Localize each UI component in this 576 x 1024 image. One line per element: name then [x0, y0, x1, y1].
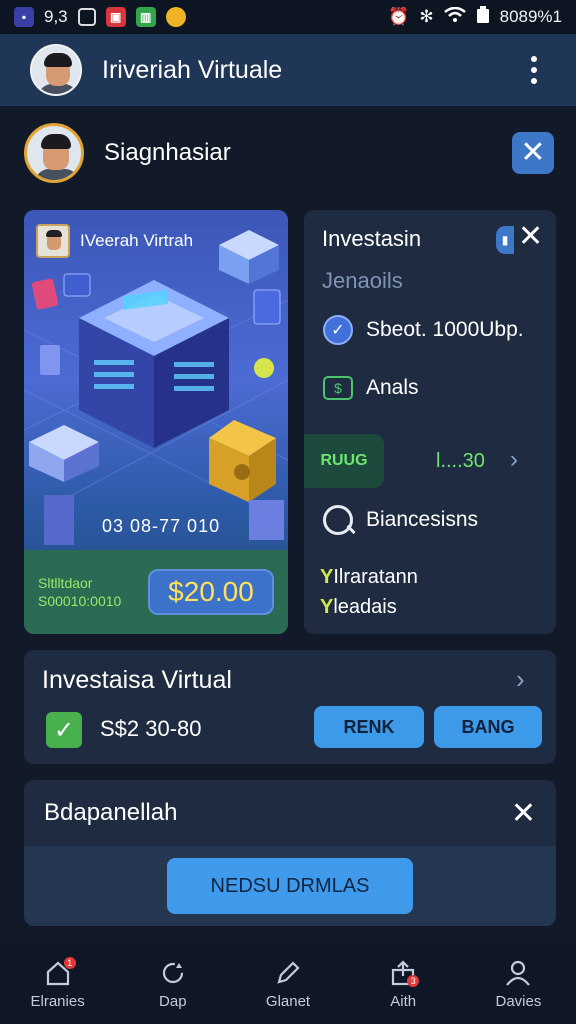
status-time: 9,3	[44, 7, 68, 26]
hero-footer: Sltlltdaor S00010:0010 $20.00	[24, 550, 288, 634]
investasi-amount: S$2 30-80	[100, 716, 202, 741]
wifi-icon	[443, 6, 466, 28]
signal-icon: ✻	[419, 7, 434, 26]
panel-row-analysis-label: Anals	[366, 376, 419, 399]
panel-close-icon[interactable]: ✕	[518, 222, 543, 252]
close-icon[interactable]: ✕	[511, 796, 536, 831]
notification-icon: ▪	[14, 7, 34, 27]
nav-label: Elranies	[30, 992, 85, 1010]
battery-icon	[476, 5, 490, 29]
close-icon: ✕	[520, 136, 546, 169]
nav-badge: 1	[63, 956, 76, 969]
edit-icon	[274, 959, 302, 987]
panel-row-amount[interactable]: ✓ Sbeot. 1000Ubp.	[322, 314, 524, 346]
nav-item-dap[interactable]: Dap	[115, 944, 230, 1024]
price-button[interactable]: $20.00	[148, 569, 274, 615]
investasi-card[interactable]: Investaisa Virtual › ✓ S$2 30-80 RENK BA…	[24, 650, 556, 764]
checkmark-icon: Y	[320, 566, 334, 588]
panel-checklist: YIlraratann Yleadais	[320, 562, 418, 622]
verified-badge-icon: ✓	[323, 315, 353, 345]
green-pill-button[interactable]: RUUG	[304, 434, 384, 488]
nav-item-aith[interactable]: 3 Aith	[346, 944, 461, 1024]
nav-item-davies[interactable]: Davies	[461, 944, 576, 1024]
bottom-card: Bdapanellah ✕ NEDSU DRMLAS	[24, 780, 556, 926]
panel-line2: leadais	[333, 596, 397, 618]
panel-row-analysis[interactable]: $ Anals	[322, 372, 419, 404]
renk-button[interactable]: RENK	[314, 706, 424, 748]
server-illustration	[24, 230, 288, 545]
hero-footer-line1: Sltlltdaor	[38, 575, 93, 591]
close-button[interactable]: ✕	[512, 132, 554, 174]
cta-button[interactable]: NEDSU DRMLAS	[167, 858, 413, 914]
investasi-title: Investaisa Virtual	[42, 666, 232, 694]
chevron-right-icon[interactable]: ›	[516, 664, 525, 695]
panel-subtitle: Jenaoils	[322, 268, 403, 293]
nav-label: Aith	[390, 992, 417, 1010]
green-app-icon: ▥	[135, 7, 156, 27]
panel-range-value: l....30	[436, 450, 485, 472]
checkmark-icon: Y	[320, 596, 334, 618]
app-bar: Iriveriah Virtuale	[0, 34, 576, 106]
hero-title: IVeerah Virtrah	[80, 231, 194, 250]
nav-badge: 3	[407, 974, 420, 987]
panel-title: Investasin	[322, 226, 422, 251]
hero-footer-line2: S00010:0010	[38, 593, 122, 609]
nav-item-home[interactable]: 1 Elranies	[0, 944, 115, 1024]
hero-title-row: IVeerah Virtrah	[36, 224, 193, 258]
hero-card[interactable]: IVeerah Virtrah 03 08-77 010 Sltlltdaor …	[24, 210, 288, 634]
hero-footer-labels: Sltlltdaor S00010:0010	[38, 574, 121, 610]
status-bar: ▪ 9,3 ▣ ▥ ⏰ ✻ 8089%1	[0, 0, 576, 34]
panel-row-balance-label: Biancesisns	[366, 508, 479, 531]
screenshot-icon	[77, 8, 96, 26]
more-options-icon[interactable]	[522, 56, 546, 84]
profile-avatar[interactable]	[24, 123, 84, 183]
hero-avatar	[36, 224, 70, 258]
profile-name: Siagnhasiar	[104, 139, 231, 166]
search-icon	[323, 505, 353, 535]
money-icon: $	[323, 376, 353, 400]
bang-button[interactable]: BANG	[434, 706, 542, 748]
bottom-nav: 1 Elranies Dap Glanet 3 Aith Davies	[0, 944, 576, 1024]
bottom-card-header: Bdapanellah ✕	[24, 780, 556, 846]
panel-row-balance[interactable]: Biancesisns	[322, 504, 478, 536]
nav-label: Davies	[495, 992, 542, 1010]
home-icon: 1	[44, 956, 76, 987]
hero-date: 03 08-77 010	[102, 516, 221, 536]
red-app-icon: ▣	[105, 7, 126, 27]
bottom-card-title: Bdapanellah	[44, 799, 178, 826]
yellow-app-icon	[165, 7, 186, 27]
nav-label: Dap	[159, 992, 187, 1010]
check-icon: ✓	[46, 712, 82, 748]
avatar[interactable]	[30, 44, 82, 96]
profile-row: Siagnhasiar ✕	[24, 120, 554, 186]
nav-label: Glanet	[265, 992, 311, 1010]
panel-line1: Ilraratann	[333, 566, 418, 588]
app-title: Iriveriah Virtuale	[102, 55, 283, 84]
chevron-right-icon[interactable]: ›	[510, 446, 518, 474]
profile-icon	[504, 959, 532, 987]
panel-toggle-icon[interactable]: ▮	[496, 226, 514, 254]
bottom-card-body: NEDSU DRMLAS	[24, 846, 556, 926]
share-icon: 3	[389, 959, 420, 987]
nav-item-glanet[interactable]: Glanet	[230, 944, 345, 1024]
panel-row-amount-label: Sbeot. 1000Ubp.	[366, 318, 524, 341]
refresh-icon	[159, 959, 187, 987]
alarm-icon: ⏰	[388, 7, 410, 26]
battery-percent: 8089%1	[499, 7, 562, 26]
investment-panel: Investasin ▮ ✕ Jenaoils ✓ Sbeot. 1000Ubp…	[304, 210, 556, 634]
